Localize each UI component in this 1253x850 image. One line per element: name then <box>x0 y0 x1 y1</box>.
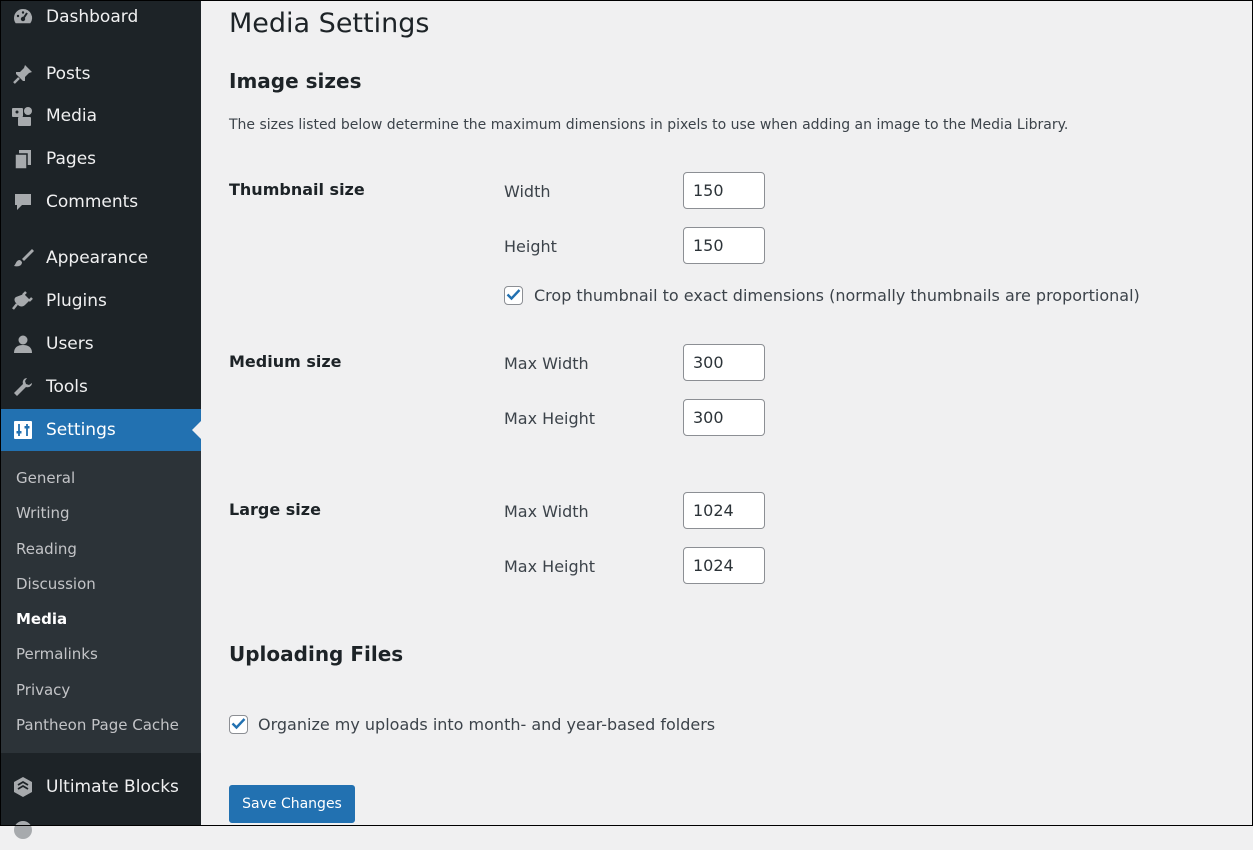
medium-size-label: Medium size <box>229 352 342 371</box>
pages-icon <box>11 147 35 171</box>
menu-label: Appearance <box>46 248 149 268</box>
crop-thumbnail-checkbox[interactable] <box>504 286 523 305</box>
settings-icon <box>11 418 35 442</box>
medium-height-label: Max Height <box>504 409 596 428</box>
menu-item-comments[interactable]: Comments <box>0 182 201 222</box>
main-content: Media Settings Image sizes The sizes lis… <box>201 0 1253 826</box>
menu-item-partial[interactable] <box>0 810 201 850</box>
submenu-item-privacy[interactable]: Privacy <box>16 681 70 699</box>
page-title: Media Settings <box>229 8 430 39</box>
submenu-item-permalinks[interactable]: Permalinks <box>16 645 98 663</box>
large-width-input[interactable] <box>683 492 765 529</box>
thumbnail-width-label: Width <box>504 182 551 201</box>
comment-icon <box>11 190 35 214</box>
menu-item-pages[interactable]: Pages <box>0 139 201 179</box>
checkmark-icon <box>231 715 246 734</box>
image-sizes-description: The sizes listed below determine the max… <box>229 117 1069 133</box>
menu-item-dashboard[interactable]: Dashboard <box>0 0 201 37</box>
menu-item-users[interactable]: Users <box>0 324 201 364</box>
medium-width-label: Max Width <box>504 354 589 373</box>
menu-label: Posts <box>46 64 91 84</box>
admin-sidebar: Dashboard Posts Media Pages Comments App… <box>0 0 201 839</box>
menu-label: Comments <box>46 192 139 212</box>
menu-label: Pages <box>46 149 97 169</box>
menu-item-appearance[interactable]: Appearance <box>0 238 201 278</box>
thumbnail-height-label: Height <box>504 237 557 256</box>
image-sizes-heading: Image sizes <box>229 69 362 93</box>
media-icon <box>11 104 35 128</box>
menu-item-posts[interactable]: Posts <box>0 54 201 94</box>
large-width-label: Max Width <box>504 502 589 521</box>
user-icon <box>11 332 35 356</box>
checkmark-icon <box>506 286 521 305</box>
thumbnail-size-label: Thumbnail size <box>229 180 365 199</box>
large-size-label: Large size <box>229 500 321 519</box>
menu-label: Tools <box>46 377 88 397</box>
submenu-item-writing[interactable]: Writing <box>16 504 70 522</box>
submenu-item-reading[interactable]: Reading <box>16 540 77 558</box>
menu-item-tools[interactable]: Tools <box>0 367 201 407</box>
plug-icon <box>11 289 35 313</box>
menu-item-settings[interactable]: Settings <box>0 409 201 451</box>
menu-item-media[interactable]: Media <box>0 96 201 136</box>
organize-uploads-label: Organize my uploads into month- and year… <box>258 715 716 734</box>
menu-label: Ultimate Blocks <box>46 777 179 797</box>
brush-icon <box>11 246 35 270</box>
medium-height-input[interactable] <box>683 399 765 436</box>
thumbnail-height-input[interactable] <box>683 227 765 264</box>
large-height-label: Max Height <box>504 557 596 576</box>
menu-item-plugins[interactable]: Plugins <box>0 281 201 321</box>
thumbnail-width-input[interactable] <box>683 172 765 209</box>
circle-icon <box>11 818 35 842</box>
uploading-files-heading: Uploading Files <box>229 642 404 666</box>
menu-label: Media <box>46 106 98 126</box>
wrench-icon <box>11 375 35 399</box>
menu-item-ultimate-blocks[interactable]: Ultimate Blocks <box>0 767 201 807</box>
crop-thumbnail-label: Crop thumbnail to exact dimensions (norm… <box>534 286 1140 305</box>
submenu-item-general[interactable]: General <box>16 469 75 487</box>
settings-submenu: General Writing Reading Discussion Media… <box>0 451 201 753</box>
ultimate-blocks-icon <box>11 775 35 799</box>
pin-icon <box>11 62 35 86</box>
menu-label: Plugins <box>46 291 107 311</box>
save-changes-button[interactable]: Save Changes <box>229 785 355 823</box>
organize-uploads-checkbox[interactable] <box>229 715 248 734</box>
medium-width-input[interactable] <box>683 344 765 381</box>
submenu-item-discussion[interactable]: Discussion <box>16 575 96 593</box>
dashboard-icon <box>11 5 35 29</box>
menu-label: Users <box>46 334 94 354</box>
menu-label: Dashboard <box>46 7 139 27</box>
submenu-item-pantheon-page-cache[interactable]: Pantheon Page Cache <box>16 716 179 734</box>
large-height-input[interactable] <box>683 547 765 584</box>
menu-label: Settings <box>46 420 116 440</box>
submenu-item-media[interactable]: Media <box>16 610 67 628</box>
